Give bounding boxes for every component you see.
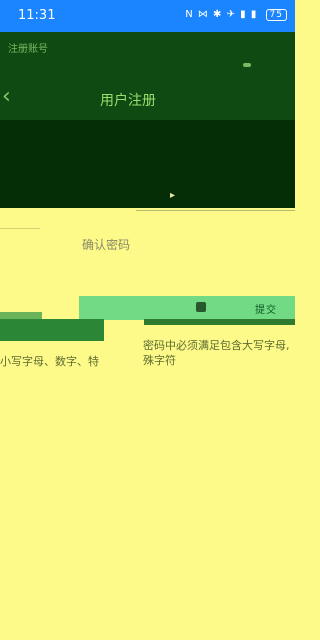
- page-title: 用户注册: [100, 93, 156, 109]
- left-block: [0, 319, 104, 341]
- right-stripe: [144, 319, 295, 325]
- password-rule-left: 小写字母、数字、特: [0, 355, 99, 368]
- status-icons: N ⋈ ✱ ✈ ▮ ▮ 75: [185, 9, 287, 21]
- submit-icon: [196, 302, 206, 312]
- header-subtitle: 注册账号: [8, 44, 48, 55]
- password-rule-line1: 密码中必须满足包含大写字母,: [143, 339, 290, 352]
- submit-bar[interactable]: 提交: [79, 296, 295, 320]
- back-button[interactable]: ‹: [2, 84, 11, 109]
- status-bar: 11:31 N ⋈ ✱ ✈ ▮ ▮ 75: [0, 0, 295, 32]
- password-input-underline: [136, 210, 295, 211]
- password-rule-line2: 殊字符: [143, 354, 176, 367]
- dark-band: ▸: [0, 120, 295, 211]
- status-icon-set: N ⋈ ✱ ✈ ▮ ▮: [185, 9, 258, 20]
- input-indicator: ▸: [170, 190, 176, 201]
- submit-label: 提交: [255, 305, 277, 316]
- battery-icon: 75: [265, 9, 287, 21]
- page-header: 注册账号 ‹ 用户注册: [0, 32, 295, 120]
- input-underline-left: [0, 228, 40, 229]
- status-time: 11:31: [18, 8, 56, 23]
- confirm-password-label[interactable]: 确认密码: [82, 236, 130, 253]
- header-indicator: [243, 63, 251, 67]
